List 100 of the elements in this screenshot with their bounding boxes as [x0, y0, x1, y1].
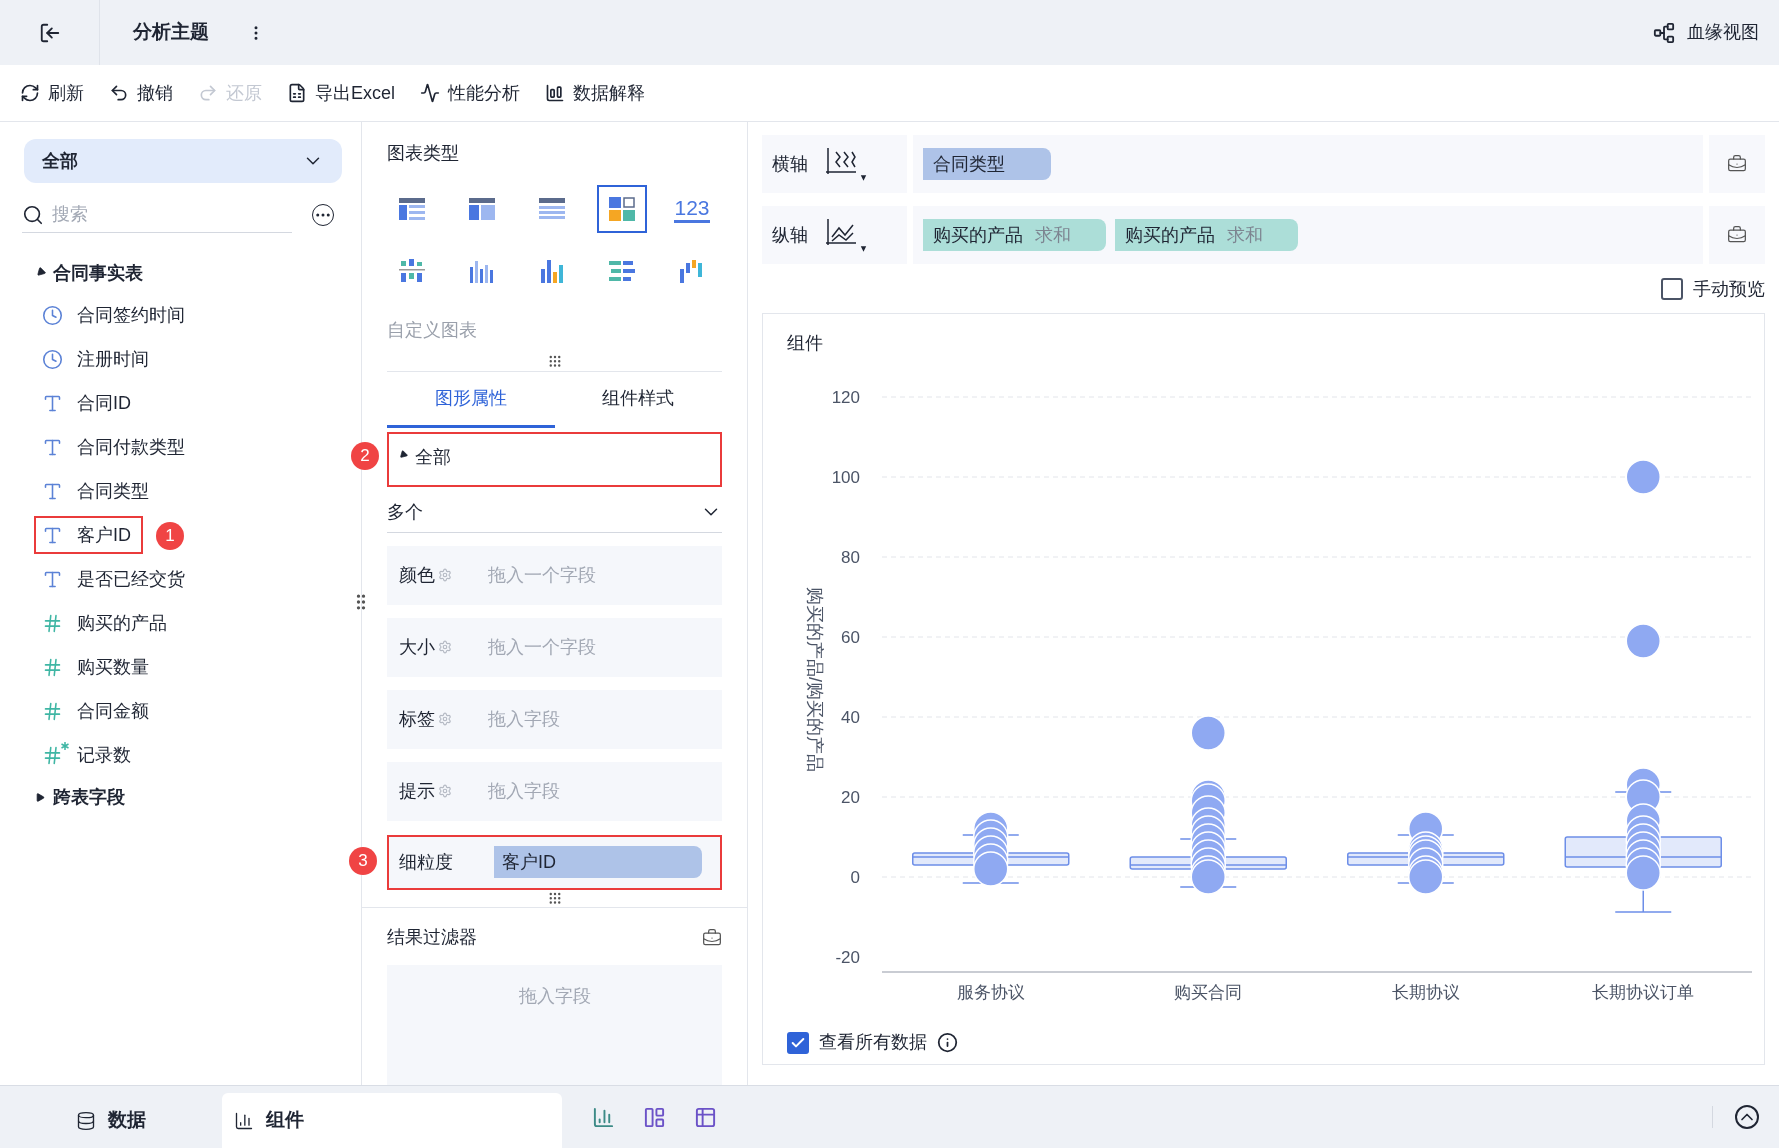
drop-slot[interactable]: 大小 拖入一个字段: [387, 617, 722, 677]
y-tick-label: -20: [835, 948, 860, 967]
callout-number: 2: [351, 441, 379, 470]
exit-icon[interactable]: [38, 21, 61, 44]
briefcase-icon[interactable]: [1727, 154, 1747, 174]
axis-drop-zone[interactable]: 合同类型: [913, 135, 1703, 193]
y-tick-label: 20: [841, 788, 860, 807]
chart-type-icon: [397, 195, 427, 223]
field-item[interactable]: 记录数: [36, 736, 141, 774]
data-point: [973, 851, 1009, 887]
toolbar-button[interactable]: 刷新: [20, 79, 84, 107]
asterisk-icon: [61, 741, 69, 750]
briefcase-icon[interactable]: [1727, 225, 1747, 245]
search-icon: [22, 203, 44, 226]
checkbox[interactable]: [1661, 278, 1683, 300]
panel-tab[interactable]: 组件样式: [554, 371, 722, 428]
bottom-tab[interactable]: 组件: [222, 1093, 562, 1148]
field-chip[interactable]: 客户ID: [494, 846, 702, 878]
drop-slot[interactable]: 标签 拖入字段: [387, 689, 722, 749]
y-tick-label: 80: [841, 548, 860, 567]
drop-slot[interactable]: 颜色 拖入一个字段: [387, 545, 722, 605]
toolbar-button[interactable]: 性能分析: [420, 79, 520, 107]
field-item[interactable]: 合同类型: [36, 472, 159, 510]
excel-icon: [287, 83, 307, 103]
toolbar-button[interactable]: 导出Excel: [287, 79, 395, 107]
chart-type-button[interactable]: [597, 185, 647, 233]
number-field-icon: [42, 700, 63, 722]
callout-number: 3: [349, 846, 377, 875]
number-field-icon: [42, 612, 63, 634]
explain-icon: [545, 83, 565, 103]
lineage-link[interactable]: 血缘视图: [1687, 19, 1759, 46]
calc-field-icon: [42, 744, 63, 766]
refresh-icon: [20, 83, 40, 103]
redo-icon: [198, 83, 218, 103]
section-header[interactable]: 全部: [387, 431, 722, 487]
x-tick-label: 服务协议: [956, 983, 1025, 1002]
section-title: 图表类型: [387, 142, 460, 165]
time-field-icon: [42, 348, 63, 370]
checkbox-label: 查看所有数据: [819, 1031, 927, 1054]
table-group[interactable]: 跨表字段: [53, 783, 125, 811]
panel-tab[interactable]: 图形属性: [387, 371, 555, 428]
field-item[interactable]: 购买的产品: [36, 604, 177, 642]
page-title: 分析主题: [133, 20, 209, 45]
data-point: [1625, 459, 1661, 495]
checkbox-label: 手动预览: [1693, 277, 1765, 301]
field-chip[interactable]: 购买的产品 求和: [1115, 219, 1298, 251]
field-item[interactable]: 合同付款类型: [36, 428, 195, 466]
dataset-dropdown[interactable]: 全部: [24, 139, 342, 183]
bar-chart-icon: [234, 1110, 254, 1131]
chart-type-button[interactable]: 123: [667, 185, 717, 233]
section-title: 结果过滤器: [387, 926, 477, 949]
axis-line-icon[interactable]: [824, 217, 868, 253]
briefcase-icon[interactable]: [702, 927, 722, 948]
add-layout-icon[interactable]: [643, 1105, 666, 1129]
info-icon[interactable]: [937, 1032, 958, 1053]
y-tick-label: 0: [850, 868, 860, 887]
chart-type-icon: [467, 195, 497, 223]
x-tick-label: 长期协议: [1391, 983, 1460, 1002]
add-chart-icon[interactable]: [592, 1105, 615, 1129]
chart-title: 组件: [787, 332, 824, 355]
field-item[interactable]: 合同ID: [36, 384, 141, 422]
axis-drop-zone[interactable]: 购买的产品 求和 购买的产品 求和: [913, 206, 1703, 264]
y-tick-label: 120: [831, 388, 860, 407]
y-tick-label: 100: [831, 468, 860, 487]
x-tick-label: 长期协议订单: [1592, 983, 1695, 1002]
add-table-icon[interactable]: [694, 1105, 717, 1129]
time-field-icon: [42, 304, 63, 326]
data-point: [1625, 623, 1661, 659]
number-field-icon: [42, 656, 63, 678]
drop-slot[interactable]: 提示 拖入字段: [387, 761, 722, 821]
toolbar-button[interactable]: 撤销: [109, 79, 173, 107]
field-item[interactable]: 购买数量: [36, 648, 159, 686]
mark-type-dropdown[interactable]: 多个: [387, 492, 722, 533]
chart-type-icon: [397, 257, 427, 285]
chart-type-icon: [607, 195, 637, 223]
performance-icon: [420, 83, 440, 103]
lineage-icon[interactable]: [1653, 21, 1675, 44]
x-tick-label: 购买合同: [1174, 983, 1243, 1002]
bottom-tab[interactable]: 数据: [0, 1093, 222, 1148]
axis-label-cell: 横轴: [762, 135, 907, 193]
field-chip[interactable]: 合同类型: [923, 148, 1051, 180]
table-group[interactable]: 合同事实表: [53, 259, 143, 287]
data-point: [1190, 715, 1226, 751]
field-item[interactable]: 是否已经交货: [36, 560, 195, 598]
expand-caret-icon[interactable]: [36, 792, 45, 802]
axis-stairs-icon[interactable]: [824, 146, 868, 182]
field-item[interactable]: 客户ID: [34, 516, 143, 554]
undo-icon: [109, 83, 129, 103]
granularity-slot[interactable]: 细粒度 客户ID: [387, 834, 722, 890]
collapse-icon[interactable]: [1735, 1105, 1759, 1129]
field-chip[interactable]: 购买的产品 求和: [923, 219, 1106, 251]
field-item[interactable]: 合同金额: [36, 692, 159, 730]
checkbox[interactable]: [787, 1031, 809, 1054]
field-item[interactable]: 合同签约时间: [36, 296, 195, 334]
toolbar-button[interactable]: 数据解释: [545, 79, 645, 107]
axis-label-cell: 纵轴: [762, 206, 907, 264]
collapse-caret-icon[interactable]: [34, 265, 47, 279]
y-axis-title: 购买的产品/购买的产品: [805, 587, 825, 772]
search-field[interactable]: 搜索: [52, 197, 282, 232]
field-item[interactable]: 注册时间: [36, 340, 159, 378]
